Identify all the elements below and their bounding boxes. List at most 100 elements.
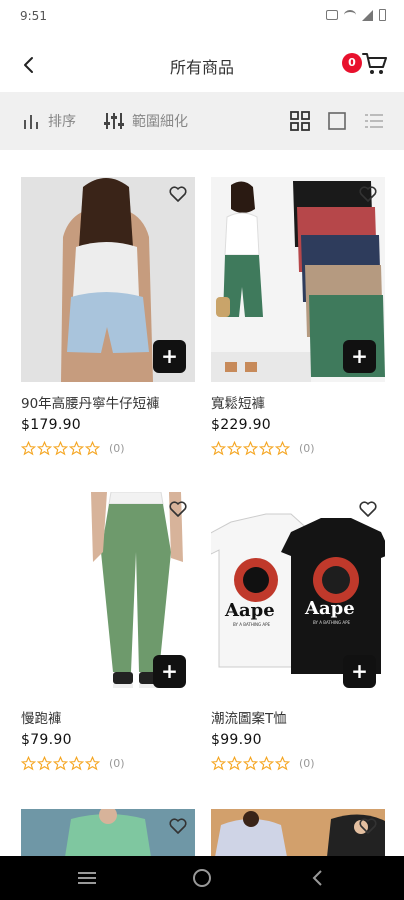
single-view-button[interactable] — [326, 110, 348, 132]
product-image[interactable]: Aape Aape BY A BATHING APE BY A BATHING … — [211, 492, 385, 697]
add-to-cart-button[interactable]: + — [343, 340, 376, 373]
tshirt-print-subtext-white: BY A BATHING APE — [233, 622, 271, 627]
star-outline-icon — [211, 756, 226, 771]
star-outline-icon — [243, 441, 258, 456]
tshirt-print-brand-white: Aape — [224, 600, 275, 621]
range-filter-label: 範圍細化 — [132, 114, 188, 130]
product-price: $179.90 — [21, 417, 81, 433]
status-time: 9:51 — [20, 9, 47, 23]
system-back-button[interactable] — [306, 866, 330, 890]
star-outline-icon — [53, 441, 68, 456]
product-rating: (0) — [211, 756, 385, 771]
tshirt-print-brand-black: Aape — [304, 598, 355, 619]
product-rating: (0) — [21, 441, 195, 456]
filter-bar: 排序 範圍細化 — [0, 92, 404, 150]
recent-apps-button[interactable] — [75, 866, 99, 890]
plus-icon: + — [161, 344, 178, 368]
single-view-icon — [328, 112, 346, 130]
star-outline-icon — [37, 756, 52, 771]
star-outline-icon — [69, 441, 84, 456]
heart-icon — [359, 501, 377, 517]
star-outline-icon — [259, 441, 274, 456]
heart-icon — [169, 501, 187, 517]
cart-button[interactable] — [360, 48, 390, 78]
favorite-button[interactable] — [168, 816, 188, 836]
rating-count: (0) — [299, 757, 315, 770]
system-navigation-bar — [0, 856, 404, 900]
favorite-button[interactable] — [168, 184, 188, 204]
sort-label: 排序 — [48, 114, 76, 130]
star-outline-icon — [37, 441, 52, 456]
product-name[interactable]: 90年高腰丹寧牛仔短褲 — [21, 392, 195, 412]
product-image[interactable] — [21, 809, 195, 857]
product-card[interactable]: + 寬鬆短褲 $229.90 (0) — [211, 177, 385, 456]
product-name[interactable]: 寬鬆短褲 — [211, 392, 385, 412]
heart-icon — [359, 818, 377, 834]
favorite-button[interactable] — [168, 499, 188, 519]
star-outline-icon — [69, 756, 84, 771]
app-header: 所有商品 0 — [0, 34, 404, 92]
menu-icon — [78, 872, 96, 884]
product-name[interactable]: 慢跑褲 — [21, 707, 195, 727]
back-triangle-icon — [312, 870, 322, 886]
star-outline-icon — [227, 441, 242, 456]
cart-count-badge: 0 — [342, 53, 362, 73]
star-outline-icon — [21, 441, 36, 456]
add-to-cart-button[interactable]: + — [153, 340, 186, 373]
status-icons — [326, 9, 386, 21]
rating-count: (0) — [109, 757, 125, 770]
product-card[interactable]: + 90年高腰丹寧牛仔短褲 $179.90 (0) — [21, 177, 195, 456]
heart-icon — [359, 186, 377, 202]
heart-icon — [169, 186, 187, 202]
product-image[interactable]: + — [211, 177, 385, 382]
star-outline-icon — [275, 756, 290, 771]
star-outline-icon — [53, 756, 68, 771]
star-outline-icon — [275, 441, 290, 456]
filter-sliders-icon — [104, 113, 124, 129]
grid-view-icon — [290, 111, 310, 131]
heart-icon — [169, 818, 187, 834]
product-card[interactable] — [211, 809, 385, 857]
product-card[interactable]: Aape Aape BY A BATHING APE BY A BATHING … — [211, 492, 385, 771]
home-circle-icon — [193, 869, 211, 887]
product-rating: (0) — [21, 756, 195, 771]
favorite-button[interactable] — [358, 499, 378, 519]
product-image[interactable] — [211, 809, 385, 857]
product-name[interactable]: 潮流圖案T恤 — [211, 707, 385, 727]
add-to-cart-button[interactable]: + — [153, 655, 186, 688]
sort-button[interactable]: 排序 — [22, 92, 76, 150]
star-outline-icon — [85, 441, 100, 456]
star-outline-icon — [243, 756, 258, 771]
plus-icon: + — [351, 659, 368, 683]
cart-icon — [362, 53, 387, 74]
star-outline-icon — [85, 756, 100, 771]
range-filter-button[interactable]: 範圍細化 — [104, 92, 188, 150]
plus-icon: + — [351, 344, 368, 368]
rating-count: (0) — [299, 442, 315, 455]
star-outline-icon — [227, 756, 242, 771]
status-bar: 9:51 — [0, 0, 404, 34]
list-view-button[interactable] — [363, 110, 385, 132]
product-image[interactable]: + — [21, 492, 195, 697]
grid-view-button[interactable] — [289, 110, 311, 132]
product-price: $99.90 — [211, 732, 262, 748]
product-card[interactable]: + 慢跑褲 $79.90 (0) — [21, 492, 195, 771]
signal-icon — [362, 9, 373, 21]
star-outline-icon — [259, 756, 274, 771]
home-button[interactable] — [190, 866, 214, 890]
wifi-icon — [344, 10, 356, 20]
favorite-button[interactable] — [358, 184, 378, 204]
vibrate-icon — [326, 10, 338, 20]
favorite-button[interactable] — [358, 816, 378, 836]
product-price: $229.90 — [211, 417, 271, 433]
product-rating: (0) — [211, 441, 385, 456]
product-image[interactable]: + — [21, 177, 195, 382]
plus-icon: + — [161, 659, 178, 683]
star-outline-icon — [211, 441, 226, 456]
product-price: $79.90 — [21, 732, 72, 748]
product-card[interactable] — [21, 809, 195, 857]
add-to-cart-button[interactable]: + — [343, 655, 376, 688]
star-outline-icon — [21, 756, 36, 771]
battery-icon — [379, 9, 386, 21]
sort-icon — [24, 115, 38, 129]
